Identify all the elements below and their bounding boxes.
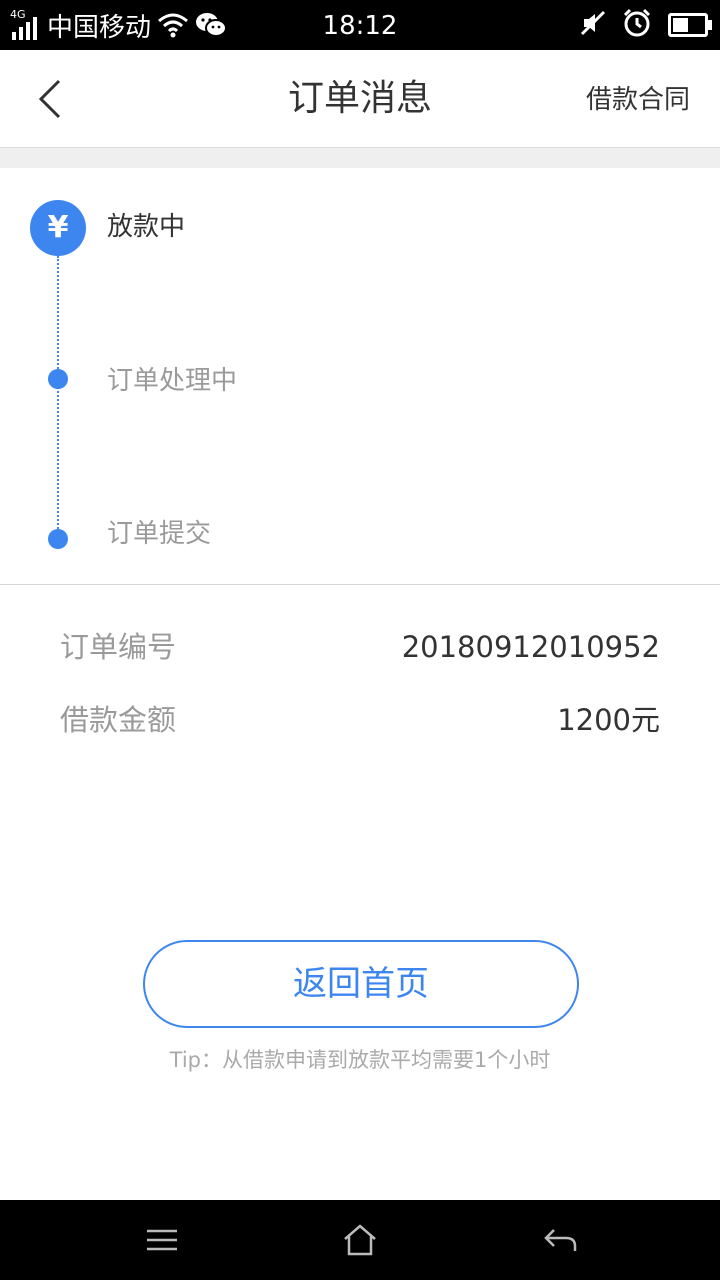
menu-button[interactable] <box>142 1220 182 1260</box>
timeline-step: 订单处理中 <box>107 366 238 396</box>
timeline-connector <box>57 256 59 540</box>
battery-icon <box>668 13 712 37</box>
system-back-button[interactable] <box>540 1220 580 1260</box>
home-button[interactable] <box>340 1220 380 1260</box>
timeline-step: 订单提交 <box>107 519 212 549</box>
status-bar: 4G 中国移动 18:12 <box>0 0 720 50</box>
wifi-icon <box>157 12 189 38</box>
wechat-icon <box>195 11 228 39</box>
timeline-step-current: 放款中 <box>107 212 186 242</box>
loan-amount-row: 借款金额 1200元 <box>60 695 660 745</box>
timeline-dot <box>48 369 68 389</box>
back-arrow-icon <box>38 79 61 119</box>
order-status-timeline: ¥ 放款中 订单处理中 订单提交 <box>0 168 720 585</box>
loan-amount-value: 1200元 <box>557 703 660 737</box>
order-number-label: 订单编号 <box>60 630 177 664</box>
menu-icon <box>147 1229 177 1251</box>
loan-amount-label: 借款金额 <box>60 703 177 737</box>
nav-bar: 订单消息 借款合同 <box>0 50 720 148</box>
yen-icon: ¥ <box>30 200 86 256</box>
tip-text: Tip：从借款申请到放款平均需要1个小时 <box>169 1048 551 1072</box>
loan-contract-link[interactable]: 借款合同 <box>586 50 690 147</box>
carrier-name: 中国移动 <box>47 12 152 43</box>
section-divider <box>0 148 720 168</box>
back-button[interactable] <box>26 72 74 126</box>
return-home-button[interactable]: 返回首页 <box>143 940 579 1028</box>
network-type: 4G <box>10 8 26 21</box>
home-icon <box>344 1224 376 1256</box>
system-navigation-bar <box>0 1200 720 1280</box>
order-number-row: 订单编号 20180912010952 <box>60 622 660 672</box>
alarm-icon <box>622 8 652 42</box>
order-number-value: 20180912010952 <box>401 630 660 664</box>
timeline-dot <box>48 529 68 549</box>
mute-icon <box>580 10 606 40</box>
status-left: 4G 中国移动 <box>10 0 228 50</box>
status-right <box>580 0 712 50</box>
return-icon <box>544 1229 577 1251</box>
